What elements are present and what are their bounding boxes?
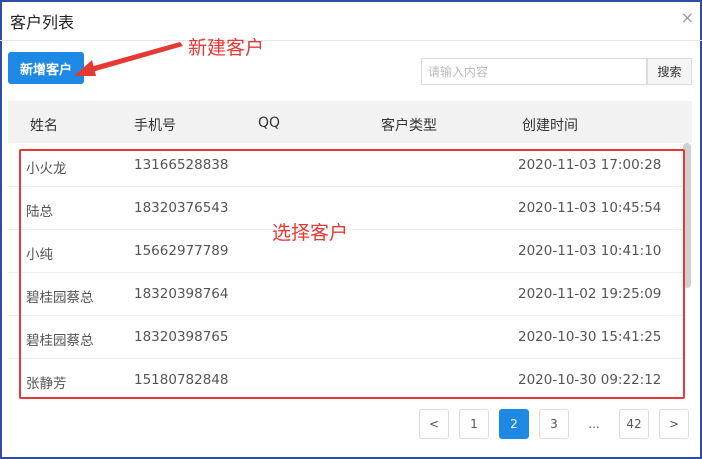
- table-scrollbar[interactable]: [683, 143, 691, 288]
- cell-name: 陆总: [26, 204, 53, 220]
- cell-phone: 18320398765: [134, 329, 229, 345]
- cell-name: 小纯: [26, 247, 53, 263]
- cell-created: 2020-10-30 15:41:25: [518, 329, 662, 345]
- pagination-page-3[interactable]: 3: [539, 409, 569, 439]
- cell-phone: 15180782848: [134, 372, 229, 388]
- table-row[interactable]: 碧桂园蔡总 18320398764 2020-11-02 19:25:09: [8, 272, 682, 316]
- cell-phone: 18320398764: [134, 286, 229, 302]
- column-header-type: 客户类型: [381, 118, 437, 134]
- customer-table: 小火龙 13166528838 2020-11-03 17:00:28 陆总 1…: [8, 143, 692, 401]
- pagination-prev-button[interactable]: <: [419, 409, 449, 439]
- pagination-page-1[interactable]: 1: [459, 409, 489, 439]
- cell-phone: 18320376543: [134, 200, 229, 216]
- column-header-qq: QQ: [258, 115, 281, 131]
- cell-created: 2020-11-02 19:25:09: [518, 286, 662, 302]
- table-row[interactable]: 碧桂园蔡总 18320398765 2020-10-30 15:41:25: [8, 315, 682, 359]
- cell-phone: 13166528838: [134, 157, 229, 173]
- column-header-name: 姓名: [30, 118, 58, 134]
- annotation-select-customer: 选择客户: [272, 222, 349, 244]
- close-icon[interactable]: ×: [681, 8, 694, 27]
- pagination-next-button[interactable]: >: [659, 409, 689, 439]
- cell-created: 2020-11-03 10:41:10: [518, 243, 662, 259]
- search-input[interactable]: [421, 58, 647, 85]
- search-button[interactable]: 搜索: [647, 58, 692, 85]
- cell-created: 2020-11-03 17:00:28: [518, 157, 662, 173]
- pagination-page-42[interactable]: 42: [619, 409, 649, 439]
- dialog-title: 客户列表: [10, 13, 75, 32]
- cell-created: 2020-10-30 09:22:12: [518, 372, 662, 388]
- cell-name: 张静芳: [26, 376, 67, 392]
- cell-created: 2020-11-03 10:45:54: [518, 200, 662, 216]
- column-header-phone: 手机号: [134, 118, 176, 134]
- table-row[interactable]: 小火龙 13166528838 2020-11-03 17:00:28: [8, 143, 682, 187]
- cell-name: 小火龙: [26, 161, 67, 177]
- pagination-ellipsis: ...: [579, 409, 609, 439]
- table-header: 姓名 手机号 QQ 客户类型 创建时间: [8, 101, 692, 143]
- annotation-new-customer: 新建客户: [188, 37, 265, 59]
- cell-name: 碧桂园蔡总: [26, 333, 94, 349]
- cell-phone: 15662977789: [134, 243, 229, 259]
- table-row[interactable]: 张静芳 15180782848 2020-10-30 09:22:12: [8, 358, 682, 401]
- cell-name: 碧桂园蔡总: [26, 290, 94, 306]
- pagination-page-2[interactable]: 2: [499, 409, 529, 439]
- annotation-arrow-icon: [74, 42, 183, 76]
- column-header-created: 创建时间: [522, 118, 578, 134]
